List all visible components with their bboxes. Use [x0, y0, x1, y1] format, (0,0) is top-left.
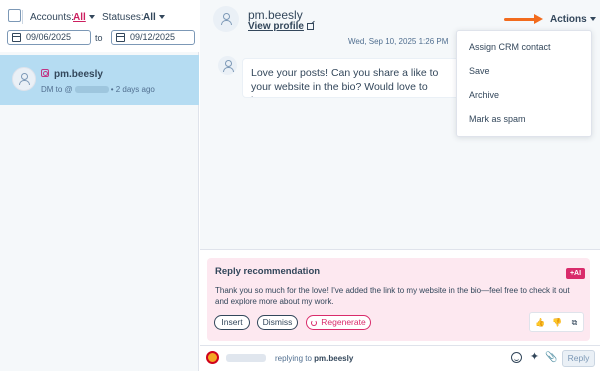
calendar-icon [12, 33, 21, 42]
regenerate-icon [311, 320, 318, 326]
menu-item-assign-crm-contact[interactable]: Assign CRM contact [469, 42, 551, 52]
conversation-meta-prefix: DM to @ [41, 85, 73, 94]
person-icon [222, 59, 234, 72]
ai-sparkle-icon[interactable]: ✦ [529, 352, 540, 363]
annotation-arrow-head [534, 14, 543, 24]
emoji-icon[interactable] [511, 352, 522, 363]
date-from-value: 09/06/2025 [26, 32, 72, 42]
accounts-filter-value: All [73, 12, 86, 23]
date-to-input[interactable]: 09/12/2025 [111, 30, 195, 45]
reply-button[interactable]: Reply [562, 350, 595, 367]
reply-recommendation-title: Reply recommendation [215, 266, 321, 277]
redacted-sender-name [226, 354, 266, 362]
view-profile-link[interactable]: View profile [248, 21, 314, 32]
filter-bar: Accounts: All Statuses: All 09/06/2025 t… [0, 0, 199, 52]
avatar [12, 67, 36, 91]
copy-icon[interactable]: ⧉ [570, 318, 579, 327]
reply-recommendation-area: Reply recommendation +AI Thank you so mu… [200, 249, 600, 345]
menu-item-save[interactable]: Save [469, 66, 490, 76]
contact-avatar [213, 6, 239, 32]
select-all-checkbox[interactable] [8, 9, 21, 22]
conversation-meta: DM to @ • 2 days ago [41, 85, 155, 94]
statuses-filter-value: All [143, 12, 156, 23]
insert-button[interactable]: Insert [214, 315, 250, 330]
annotation-arrow [504, 18, 536, 21]
view-profile-label: View profile [248, 21, 304, 32]
date-to-value: 09/12/2025 [130, 32, 176, 42]
actions-label: Actions [550, 14, 587, 25]
reply-recommendation-text: Thank you so much for the love! I've add… [215, 286, 570, 306]
external-link-icon [306, 22, 314, 30]
conversation-sidebar: Accounts: All Statuses: All 09/06/2025 t… [0, 0, 199, 371]
statuses-filter-dropdown[interactable]: All [143, 12, 165, 23]
accounts-filter-label: Accounts: [30, 12, 74, 23]
actions-button[interactable]: Actions [550, 14, 596, 25]
replying-to-text: replying to pm.beesly [275, 354, 353, 363]
message-bubble: Love your posts! Can you share a like to… [242, 58, 462, 98]
filter-divider [22, 10, 23, 24]
message-sender-avatar [218, 56, 237, 75]
date-range-separator: to [95, 33, 103, 43]
person-icon [221, 13, 232, 25]
message-timestamp: Wed, Sep 10, 2025 1:26 PM [348, 37, 449, 46]
thumbs-down-icon[interactable]: 👎 [552, 318, 562, 327]
conversation-view: pm.beesly View profile Actions Wed, Sep … [200, 0, 600, 371]
calendar-icon [116, 33, 125, 42]
conversation-contact-name: pm.beesly [54, 69, 103, 80]
dismiss-button[interactable]: Dismiss [257, 315, 298, 330]
sender-account-avatar[interactable] [206, 351, 219, 364]
instagram-icon [41, 69, 49, 77]
inbox-app: Accounts: All Statuses: All 09/06/2025 t… [0, 0, 600, 371]
conversation-meta-time: • 2 days ago [110, 85, 155, 94]
accounts-filter-dropdown[interactable]: All [73, 12, 95, 23]
menu-item-mark-as-spam[interactable]: Mark as spam [469, 114, 526, 124]
thumbs-up-icon[interactable]: 👍 [535, 318, 545, 327]
date-from-input[interactable]: 09/06/2025 [7, 30, 91, 45]
contact-name: pm.beesly [248, 8, 303, 22]
chevron-down-icon [158, 15, 165, 20]
person-icon [19, 73, 30, 85]
chevron-down-icon [589, 17, 596, 22]
replying-to-name: pm.beesly [314, 354, 354, 363]
actions-dropdown-menu: Assign CRM contact Save Archive Mark as … [456, 30, 592, 137]
menu-item-archive[interactable]: Archive [469, 90, 499, 100]
regenerate-label: Regenerate [321, 317, 366, 327]
chevron-down-icon [88, 15, 95, 20]
redacted-account-handle [74, 86, 109, 94]
feedback-controls: 👍 👎 ⧉ [529, 312, 584, 332]
replying-to-prefix: replying to [275, 354, 312, 363]
statuses-filter-label: Statuses: [102, 12, 144, 23]
regenerate-button[interactable]: Regenerate [306, 315, 371, 330]
ai-badge: +AI [566, 268, 585, 279]
conversation-list-item[interactable]: pm.beesly DM to @ • 2 days ago [0, 55, 199, 105]
reply-composer: replying to pm.beesly ✦ 📎 Reply [200, 345, 600, 371]
reply-recommendation-card: Reply recommendation +AI Thank you so mu… [207, 258, 590, 341]
attachment-icon[interactable]: 📎 [545, 352, 557, 363]
